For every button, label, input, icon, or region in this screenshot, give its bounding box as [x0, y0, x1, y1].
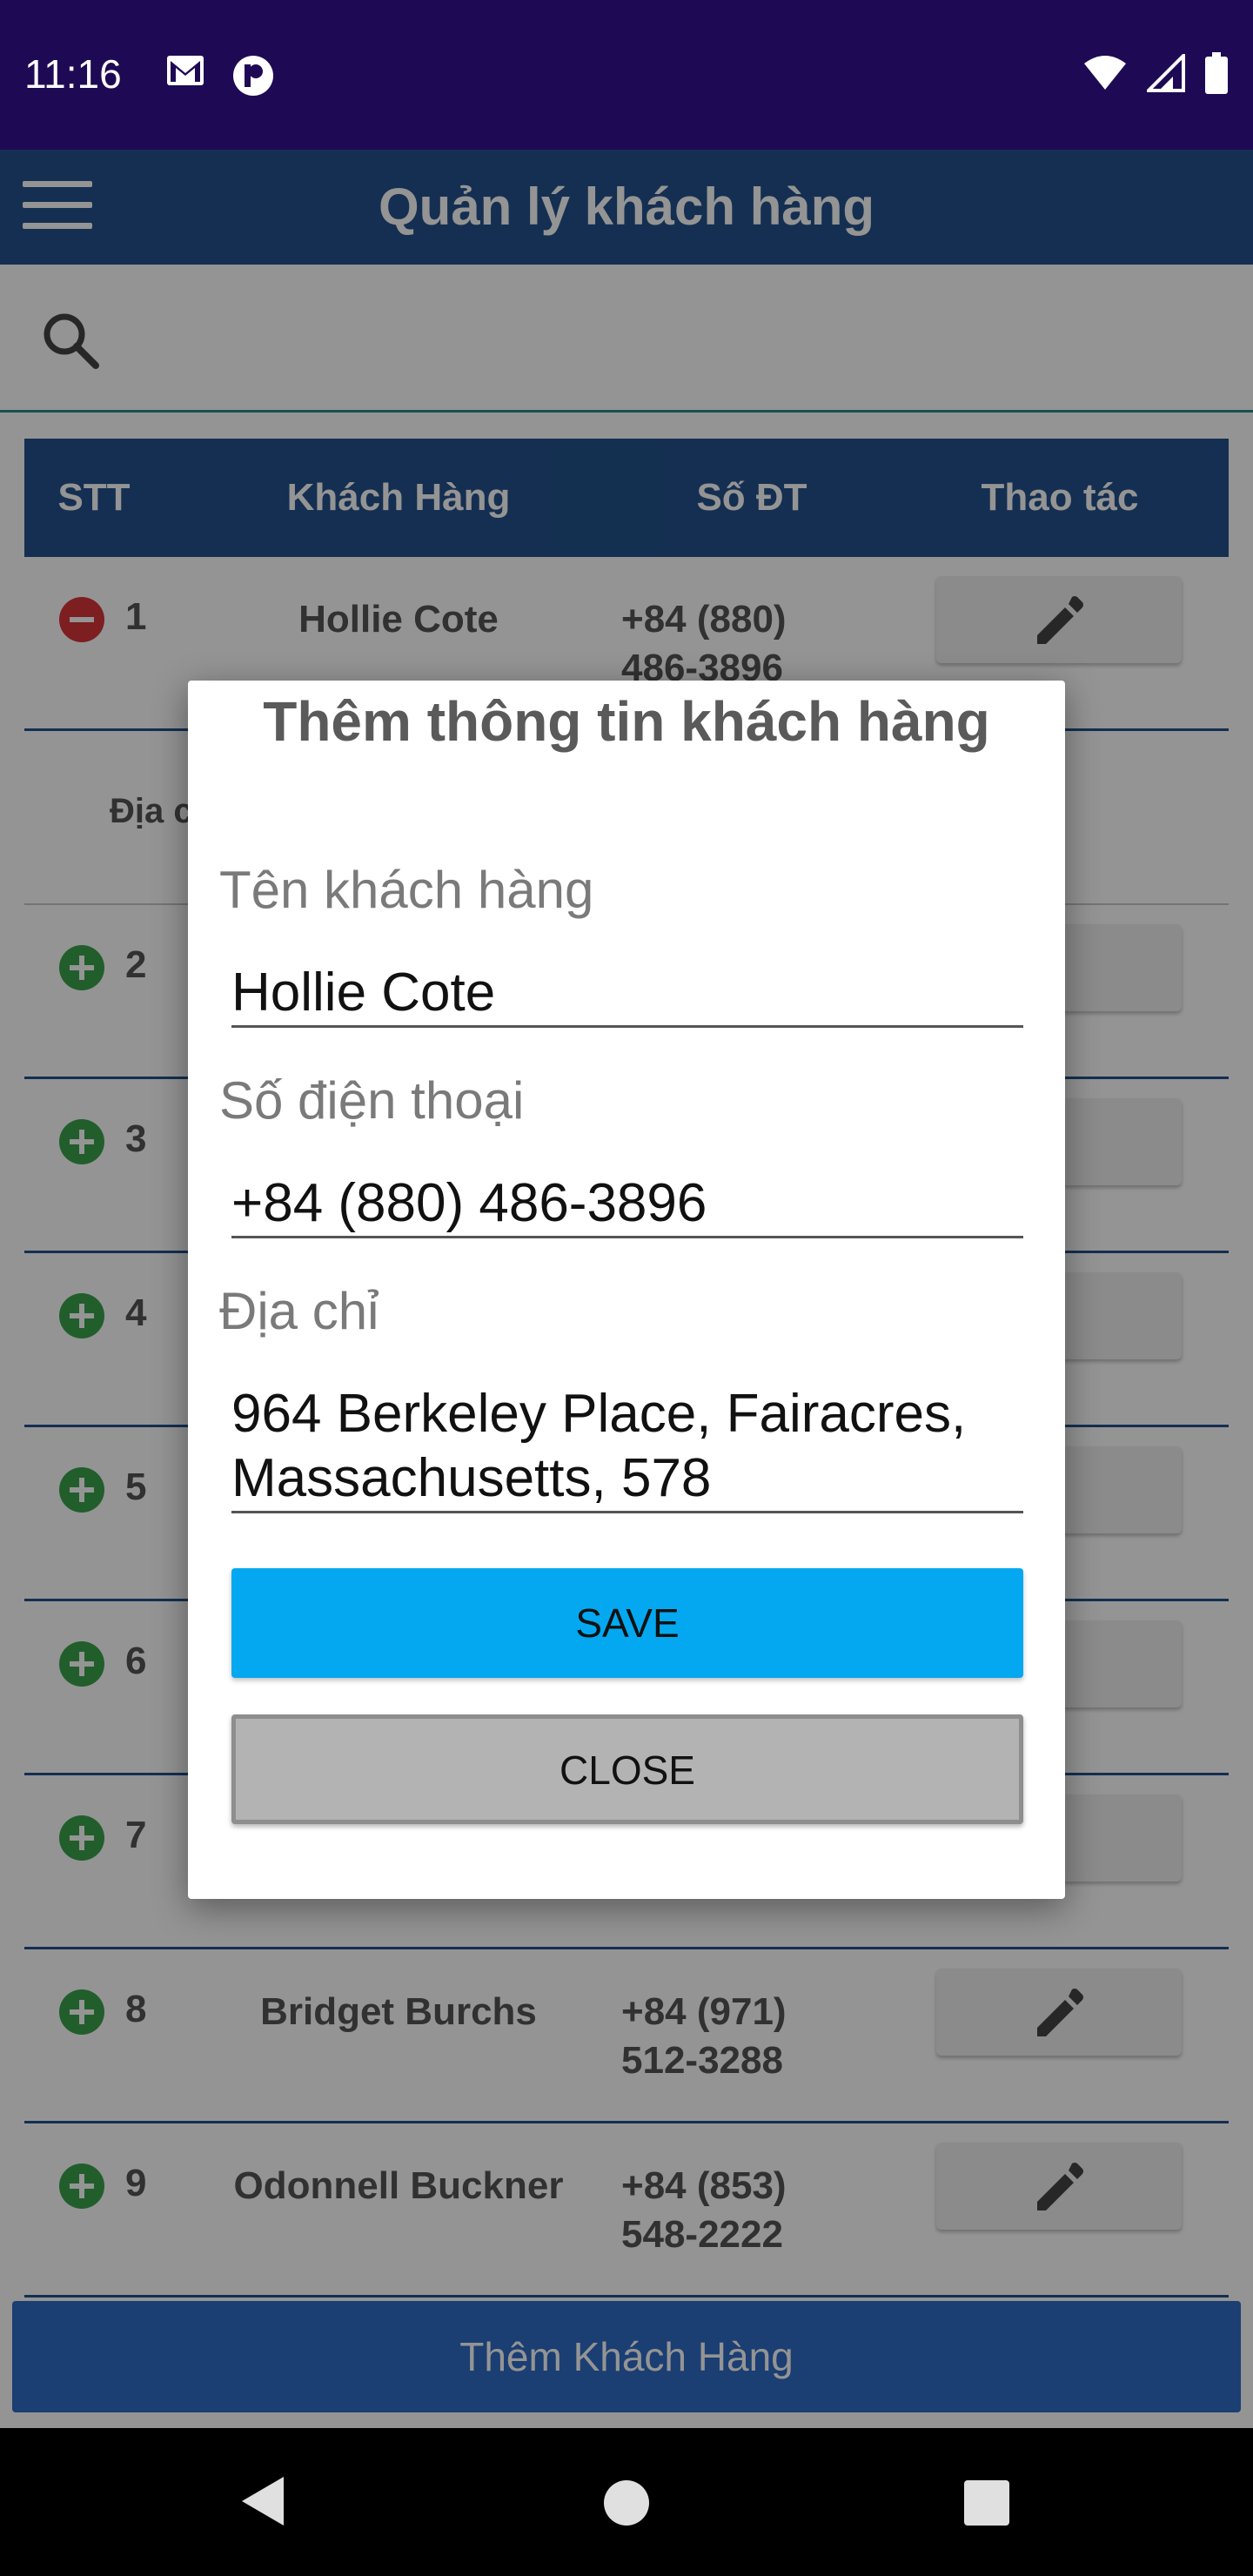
back-icon[interactable]	[238, 2473, 287, 2529]
status-bar: 11:16	[0, 0, 1253, 150]
address-line-2: Massachusetts, 578	[231, 1448, 712, 1508]
phone-label: Số điện thoại	[219, 1071, 525, 1130]
name-field[interactable]: Hollie Cote	[231, 961, 1023, 1028]
battery-icon	[1205, 52, 1228, 94]
p-icon	[233, 56, 273, 96]
address-line-1: 964 Berkeley Place, Fairacres,	[231, 1384, 967, 1444]
dialog-title: Thêm thông tin khách hàng	[263, 690, 990, 753]
status-time: 11:16	[24, 51, 122, 97]
save-button[interactable]: SAVE	[231, 1568, 1023, 1678]
recents-icon[interactable]	[964, 2480, 1009, 2526]
wifi-icon	[1084, 56, 1126, 90]
close-button[interactable]: CLOSE	[231, 1714, 1023, 1824]
phone-field[interactable]: +84 (880) 486-3896	[231, 1171, 1023, 1238]
address-field[interactable]: 964 Berkeley Place, Fairacres, Massachus…	[231, 1382, 1023, 1513]
home-icon[interactable]	[604, 2480, 649, 2526]
name-label: Tên khách hàng	[219, 861, 594, 919]
nav-bar	[0, 2428, 1253, 2576]
add-customer-dialog: Thêm thông tin khách hàng Tên khách hàng…	[188, 681, 1065, 1899]
address-label: Địa chỉ	[219, 1282, 379, 1340]
gmail-icon	[167, 56, 204, 85]
signal-icon	[1147, 54, 1185, 92]
